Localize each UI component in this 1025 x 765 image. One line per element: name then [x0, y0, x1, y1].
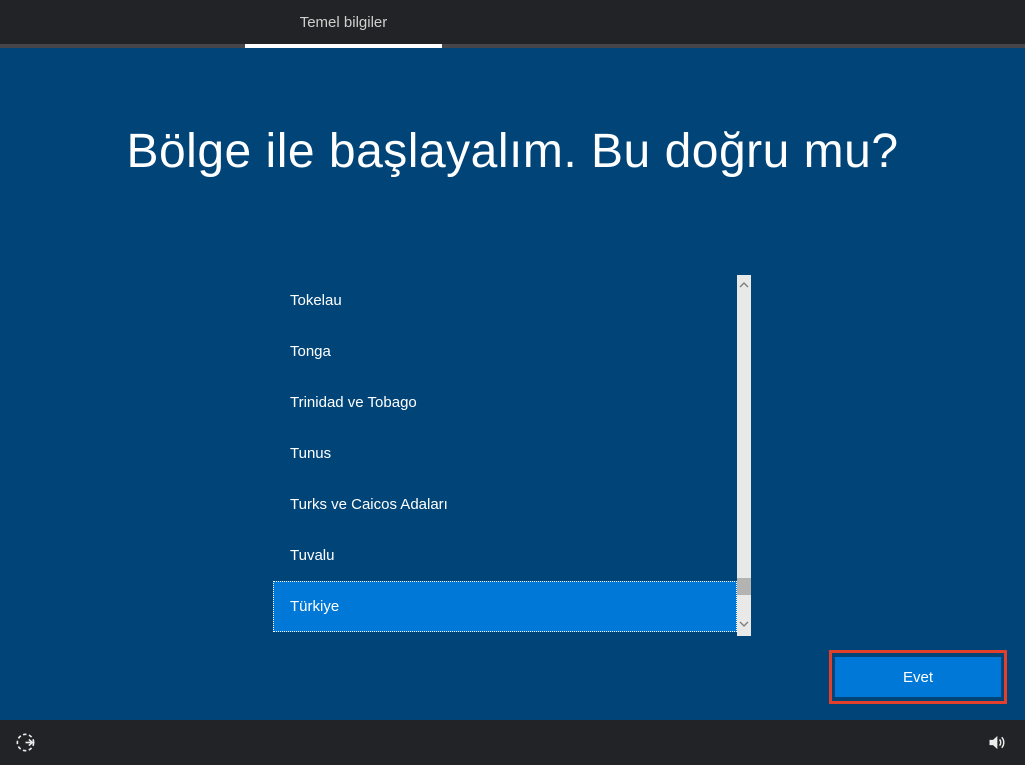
page-title: Bölge ile başlayalım. Bu doğru mu? — [126, 125, 899, 178]
scroll-down-arrow-icon[interactable] — [737, 616, 751, 632]
list-item-label: Trinidad ve Tobago — [290, 394, 417, 411]
list-item-turks-ve-caicos-adalari[interactable]: Turks ve Caicos Adaları — [273, 479, 737, 530]
list-item-tuvalu[interactable]: Tuvalu — [273, 530, 737, 581]
scrollbar[interactable] — [737, 275, 751, 636]
oobe-region-page: Bölge ile başlayalım. Bu doğru mu? Tokel… — [0, 48, 1025, 720]
tab-label: Temel bilgiler — [299, 13, 388, 31]
list-item-tonga[interactable]: Tonga — [273, 326, 737, 377]
list-item-trinidad-ve-tobago[interactable]: Trinidad ve Tobago — [273, 377, 737, 428]
red-highlight-annotation: Evet — [829, 650, 1007, 704]
yes-button-label: Evet — [902, 668, 933, 686]
tab-temel-bilgiler[interactable]: Temel bilgiler — [245, 0, 442, 44]
list-item-tokelau[interactable]: Tokelau — [273, 275, 737, 326]
list-item-tunus[interactable]: Tunus — [273, 428, 737, 479]
scroll-up-arrow-icon[interactable] — [737, 277, 751, 293]
region-items: Tokelau Tonga Trinidad ve Tobago Tunus T… — [273, 275, 737, 632]
ease-of-access-icon[interactable] — [13, 730, 38, 755]
list-item-label: Tonga — [290, 343, 331, 360]
scrollbar-thumb[interactable] — [737, 578, 751, 595]
list-item-label: Tokelau — [290, 292, 342, 309]
volume-icon[interactable] — [985, 731, 1008, 754]
list-item-label: Tuvalu — [290, 547, 335, 564]
bottom-bar — [0, 720, 1025, 765]
list-item-label: Turks ve Caicos Adaları — [290, 496, 448, 513]
top-bar: Temel bilgiler — [0, 0, 1025, 48]
yes-button[interactable]: Evet — [835, 657, 1001, 697]
list-item-turkiye-selected[interactable]: Türkiye — [273, 581, 737, 632]
list-item-label: Tunus — [290, 445, 332, 462]
list-item-label: Türkiye — [290, 598, 340, 615]
region-list: Tokelau Tonga Trinidad ve Tobago Tunus T… — [273, 275, 751, 636]
